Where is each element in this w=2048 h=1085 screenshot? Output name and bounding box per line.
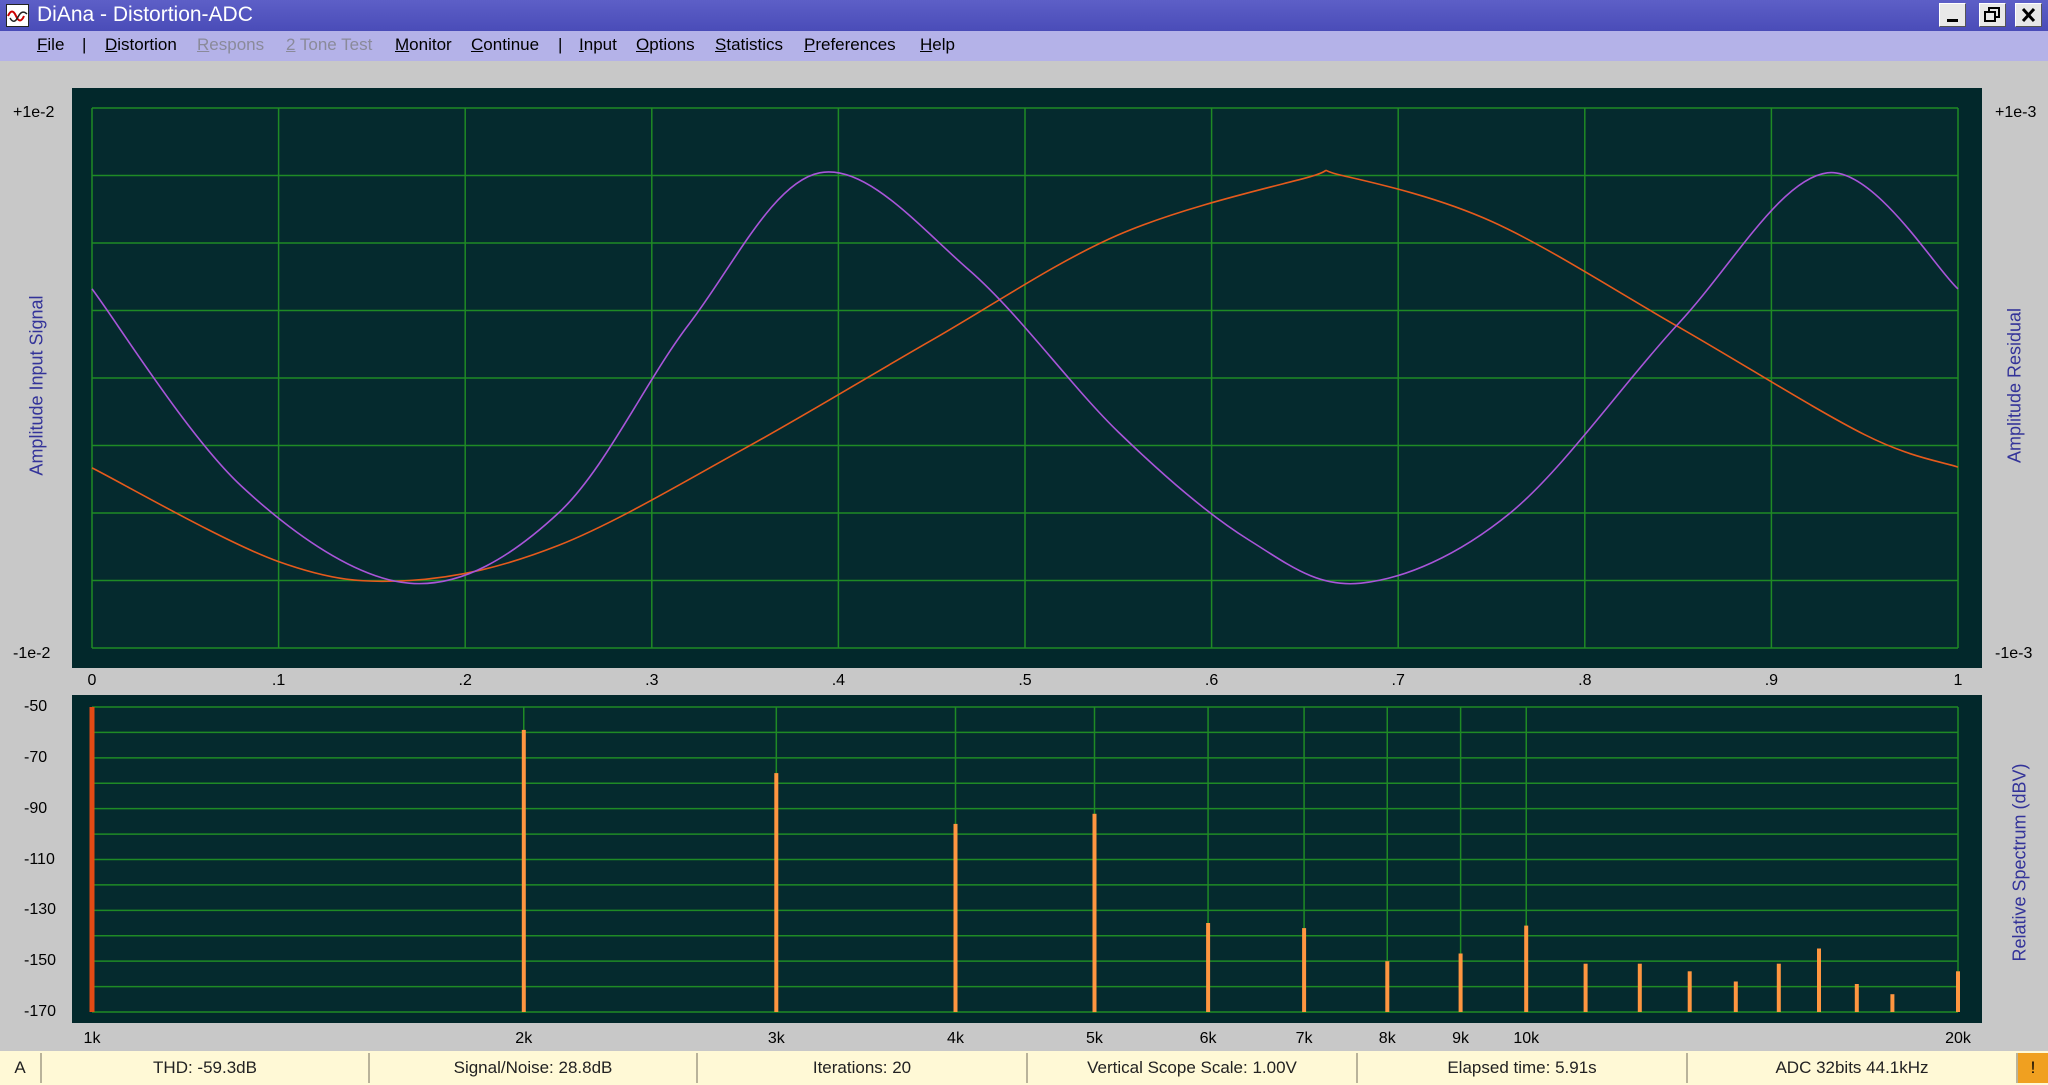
menu-2-tone-test[interactable]: 2 Tone Test	[286, 35, 372, 55]
status-elapsed-time: Elapsed time: 5.91s	[1356, 1053, 1686, 1083]
spectrum-y-tick-label: -90	[24, 799, 48, 817]
scope-left-top-label: +1e-2	[13, 104, 55, 121]
spectrum-x-tick-label: 20k	[1945, 1030, 1971, 1047]
scope-right-top-label: +1e-3	[1995, 104, 2037, 121]
scope-x-tick-label: .6	[1204, 672, 1219, 689]
spectrum-x-tick-label: 2k	[515, 1030, 533, 1047]
status-scope-scale: Vertical Scope Scale: 1.00V	[1026, 1053, 1356, 1083]
app-icon	[6, 4, 29, 27]
scope-x-tick-label: .2	[458, 672, 472, 689]
window-title: DiAna - Distortion-ADC	[37, 3, 253, 26]
menu-bar: File | Distortion Respons 2 Tone Test Mo…	[0, 31, 2048, 61]
spectrum-bar	[1637, 963, 1642, 1012]
spectrum-bar	[1092, 813, 1097, 1013]
spectrum-y-tick-label: -110	[24, 850, 55, 868]
spectrum-bar	[1854, 984, 1859, 1012]
spectrum-x-tick-label: 9k	[1452, 1030, 1470, 1047]
menu-distortion[interactable]: Distortion	[105, 35, 177, 55]
menu-separator: |	[82, 35, 87, 54]
spectrum-right-axis-title: Relative Spectrum (dBV)	[2009, 763, 2030, 962]
spectrum-bar	[1524, 925, 1529, 1012]
spectrum-bar	[1302, 928, 1307, 1012]
spectrum-bar	[1385, 961, 1390, 1012]
menu-input[interactable]: Input	[579, 35, 617, 55]
minimize-icon	[1947, 19, 1958, 22]
spectrum-bar	[1956, 971, 1960, 1012]
scope-left-axis-title: Amplitude Input Signal	[26, 295, 47, 476]
restore-icon	[1984, 7, 2000, 22]
scope-x-tick-label: .8	[1578, 672, 1592, 689]
status-warning-badge[interactable]: !	[2016, 1053, 2048, 1083]
menu-statistics[interactable]: Statistics	[715, 35, 783, 55]
scope-x-tick-label: .9	[1764, 672, 1779, 689]
spectrum-y-tick-label: -130	[24, 901, 57, 919]
scope-left-bottom-label: -1e-2	[13, 645, 51, 662]
menu-preferences[interactable]: Preferences	[804, 35, 896, 55]
spectrum-x-tick-label: 1k	[83, 1030, 101, 1047]
spectrum-bar	[1890, 994, 1895, 1012]
spectrum-y-tick-label: -50	[24, 698, 48, 715]
spectrum-x-tick-label: 6k	[1199, 1030, 1217, 1047]
minimize-button[interactable]	[1939, 3, 1966, 27]
spectrum-x-tick-label: 10k	[1513, 1030, 1540, 1047]
menu-respons[interactable]: Respons	[197, 35, 264, 55]
scope-x-tick-label: 0	[87, 672, 97, 689]
scope-x-tick-label: 1	[1953, 672, 1963, 689]
spectrum-x-tick-label: 5k	[1086, 1030, 1103, 1047]
close-button[interactable]	[2015, 3, 2042, 27]
status-thd: THD: -59.3dB	[40, 1053, 368, 1083]
scope-x-tick-label: .5	[1018, 672, 1032, 689]
scope-plot[interactable]	[72, 88, 1982, 668]
spectrum-y-tick-label: -170	[24, 1003, 57, 1020]
spectrum-bar	[521, 729, 526, 1012]
menu-file[interactable]: File	[37, 35, 64, 55]
menu-options[interactable]: Options	[636, 35, 695, 55]
spectrum-bar	[1583, 963, 1588, 1012]
spectrum-plot[interactable]	[72, 695, 1982, 1023]
spectrum-bar	[1733, 981, 1738, 1012]
menu-separator: |	[558, 35, 563, 54]
title-bar: DiAna - Distortion-ADC	[0, 0, 2048, 31]
status-bar: A THD: -59.3dB Signal/Noise: 28.8dB Iter…	[0, 1051, 2048, 1085]
scope-right-axis-title: Amplitude Residual	[2004, 307, 2025, 464]
spectrum-bar	[1817, 948, 1821, 1012]
menu-continue[interactable]: Continue	[471, 35, 539, 55]
spectrum-bar	[1206, 923, 1211, 1012]
spectrum-y-tick-label: -70	[24, 748, 48, 766]
scope-right-bottom-label: -1e-3	[1995, 645, 2033, 662]
menu-help[interactable]: Help	[920, 35, 955, 55]
restore-button[interactable]	[1979, 3, 2006, 27]
scope-x-tick-label: .7	[1391, 672, 1405, 689]
spectrum-y-tick-label: -150	[24, 952, 57, 970]
status-snr: Signal/Noise: 28.8dB	[368, 1053, 696, 1083]
spectrum-bar	[1776, 963, 1781, 1012]
status-adc: ADC 32bits 44.1kHz	[1686, 1053, 2016, 1083]
spectrum-x-tick-label: 3k	[767, 1030, 785, 1047]
status-mode: A	[14, 1058, 26, 1077]
scope-x-tick-label: .1	[271, 672, 286, 689]
close-icon	[2021, 7, 2036, 23]
spectrum-x-tick-label: 4k	[947, 1030, 964, 1047]
spectrum-bar	[1458, 953, 1463, 1012]
spectrum-bar	[89, 707, 95, 1012]
spectrum-x-tick-label: 7k	[1295, 1030, 1313, 1047]
spectrum-bar	[774, 773, 779, 1012]
menu-monitor[interactable]: Monitor	[395, 35, 452, 55]
spectrum-x-tick-label: 8k	[1378, 1030, 1396, 1047]
scope-x-tick-label: .3	[645, 672, 659, 689]
spectrum-bar	[1687, 971, 1692, 1012]
spectrum-bar	[953, 823, 958, 1012]
status-iterations: Iterations: 20	[696, 1053, 1026, 1083]
scope-x-tick-label: .4	[831, 672, 846, 689]
